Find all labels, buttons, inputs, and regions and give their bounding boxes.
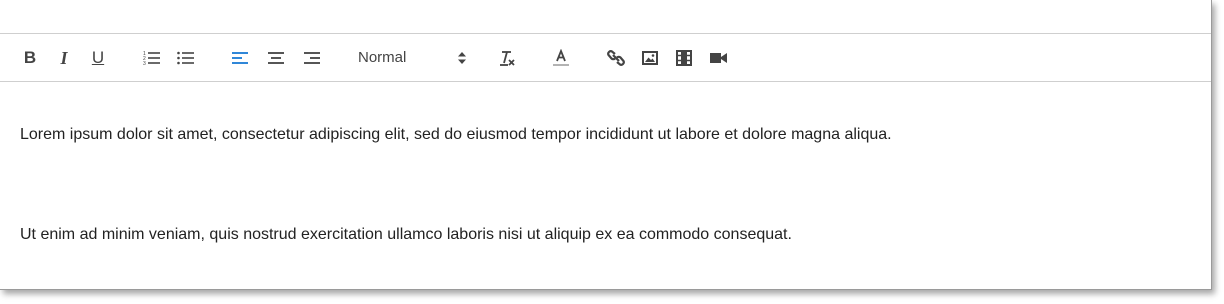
align-left-icon	[232, 51, 248, 64]
rich-text-editor: B I U 123 Normal Lorem ipsum dolor sit a…	[0, 0, 1212, 290]
text-color-button[interactable]	[548, 34, 574, 81]
align-right-icon	[304, 51, 320, 64]
paragraph: Lorem ipsum dolor sit amet, consectetur …	[20, 126, 892, 143]
image-icon	[642, 50, 658, 65]
align-left-button[interactable]	[228, 34, 252, 81]
header-format-select[interactable]: Normal	[358, 34, 466, 81]
ordered-list-button[interactable]: 123	[140, 34, 164, 81]
text-color-icon	[553, 48, 569, 66]
paragraph: Ut enim ad minim veniam, quis nostrud ex…	[20, 226, 792, 243]
ordered-list-icon: 123	[143, 51, 160, 66]
underline-icon: U	[91, 48, 105, 67]
bold-icon: B	[23, 48, 37, 67]
link-button[interactable]	[604, 34, 628, 81]
italic-button[interactable]: I	[50, 34, 78, 81]
video-camera-icon	[709, 52, 727, 63]
clear-format-button[interactable]	[494, 34, 520, 81]
editor-toolbar: B I U 123 Normal	[0, 33, 1211, 82]
editor-content[interactable]: Lorem ipsum dolor sit amet, consectetur …	[0, 82, 1210, 289]
align-right-button[interactable]	[300, 34, 324, 81]
header-select-label: Normal	[358, 49, 407, 66]
camera-button[interactable]	[706, 34, 730, 81]
bold-button[interactable]: B	[16, 34, 44, 81]
svg-text:3: 3	[143, 61, 146, 66]
image-button[interactable]	[638, 34, 662, 81]
align-center-icon	[268, 51, 284, 64]
video-button[interactable]	[672, 34, 696, 81]
align-center-button[interactable]	[264, 34, 288, 81]
underline-button[interactable]: U	[84, 34, 112, 81]
bullet-list-button[interactable]	[174, 34, 198, 81]
clear-format-icon	[500, 50, 515, 66]
italic-icon: I	[60, 47, 68, 68]
video-film-icon	[676, 49, 692, 66]
bullet-list-icon	[177, 51, 194, 64]
select-arrows-icon	[458, 51, 466, 64]
link-icon	[607, 49, 625, 66]
